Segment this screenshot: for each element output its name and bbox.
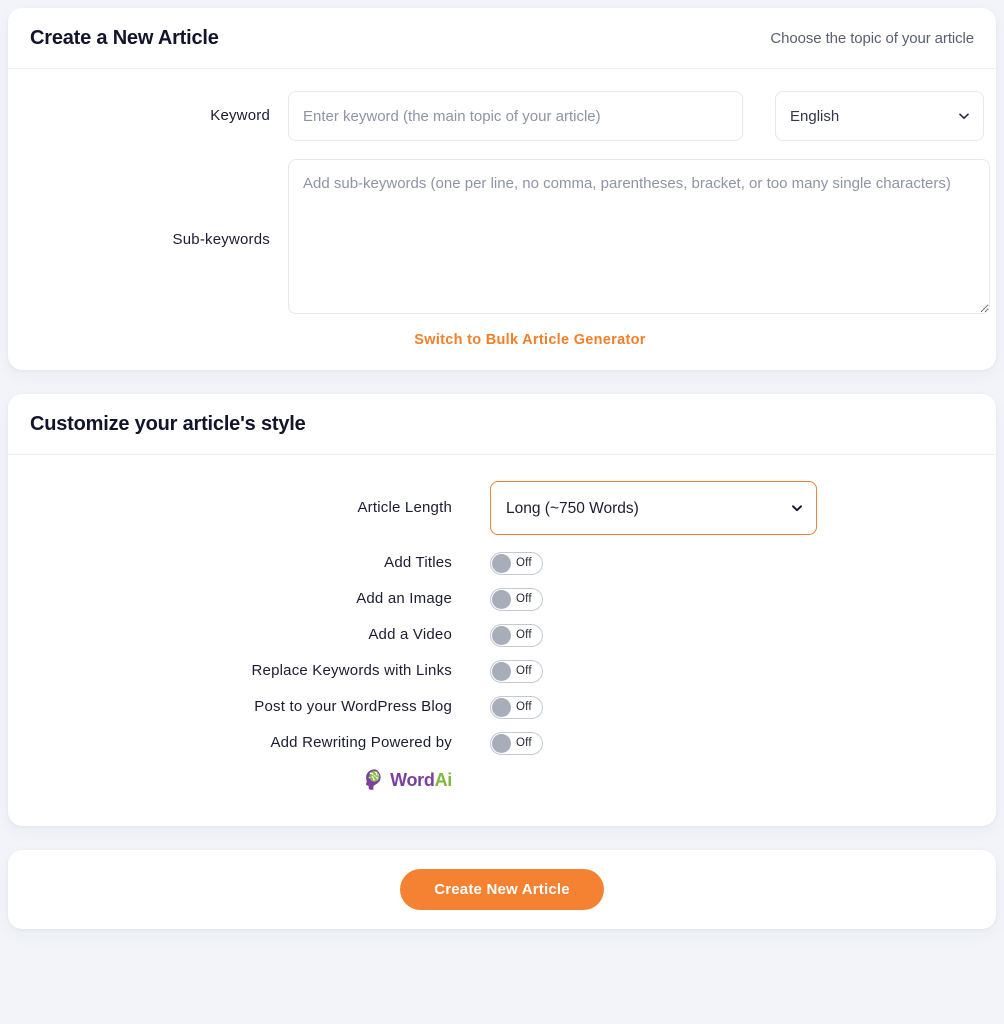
customize-style-body: Article Length Long (~750 Words) Add Tit… (8, 455, 996, 826)
article-length-select[interactable]: Long (~750 Words) (490, 481, 817, 535)
add-an-image-control: Off (490, 588, 974, 611)
wordai-ai-text: Ai (434, 769, 453, 790)
add-rewriting-powered-by-label: Add Rewriting Powered by (270, 734, 452, 752)
add-rewriting-powered-by-toggle[interactable]: Off (490, 732, 543, 755)
sub-keywords-row: Sub-keywords (30, 159, 990, 314)
keyword-row: Keyword English (30, 91, 984, 141)
toggle-row-add-image: Add an Image Off (30, 588, 974, 611)
article-length-row: Article Length Long (~750 Words) (30, 481, 974, 535)
bulk-link-row: Switch to Bulk Article Generator (30, 332, 974, 348)
create-article-body: Keyword English Sub-keywords (8, 69, 996, 370)
language-select[interactable]: English (775, 91, 984, 141)
toggle-knob-icon (492, 626, 511, 645)
keyword-input[interactable] (288, 91, 743, 141)
wordai-logo-row: WordAi (30, 768, 974, 792)
add-titles-toggle-state: Off (516, 557, 532, 569)
keyword-label: Keyword (210, 107, 270, 124)
page-root: Create a New Article Choose the topic of… (0, 0, 1004, 1024)
page-title: Create a New Article (30, 27, 219, 49)
sub-keywords-field-group (288, 159, 990, 314)
wordai-word-text: Word (390, 769, 435, 790)
create-article-card: Create a New Article Choose the topic of… (8, 8, 996, 370)
wordai-logo: WordAi (363, 768, 452, 792)
customize-style-header: Customize your article's style (8, 394, 996, 455)
toggle-row-add-video: Add a Video Off (30, 624, 974, 647)
toggle-knob-icon (492, 734, 511, 753)
add-rewriting-powered-by-control: Off (490, 732, 974, 755)
add-a-video-control: Off (490, 624, 974, 647)
create-article-subtitle: Choose the topic of your article (770, 30, 974, 47)
add-an-image-toggle[interactable]: Off (490, 588, 543, 611)
bulk-link-spacer (30, 332, 288, 348)
post-to-wordpress-blog-label: Post to your WordPress Blog (254, 698, 452, 716)
replace-keywords-with-links-toggle[interactable]: Off (490, 660, 543, 683)
add-a-video-label: Add a Video (368, 626, 452, 644)
add-rewriting-powered-by-toggle-state: Off (516, 737, 532, 749)
switch-to-bulk-generator-link[interactable]: Switch to Bulk Article Generator (414, 332, 645, 348)
toggle-knob-icon (492, 554, 511, 573)
sub-keywords-textarea[interactable] (288, 159, 990, 314)
add-a-video-toggle-state: Off (516, 629, 532, 641)
replace-keywords-with-links-toggle-state: Off (516, 665, 532, 677)
article-length-select-wrap: Long (~750 Words) (490, 481, 817, 535)
add-an-image-label: Add an Image (356, 590, 452, 608)
add-titles-toggle[interactable]: Off (490, 552, 543, 575)
wordai-head-brain-icon (363, 768, 387, 792)
toggle-row-post-wordpress: Post to your WordPress Blog Off (30, 696, 974, 719)
add-an-image-toggle-state: Off (516, 593, 532, 605)
bulk-link-inner: Switch to Bulk Article Generator (288, 332, 974, 348)
toggle-knob-icon (492, 662, 511, 681)
replace-keywords-with-links-control: Off (490, 660, 974, 683)
article-length-control: Long (~750 Words) (490, 481, 974, 535)
add-titles-control: Off (490, 552, 974, 575)
toggle-row-add-titles: Add Titles Off (30, 552, 974, 575)
create-new-article-button[interactable]: Create New Article (400, 869, 604, 910)
post-to-wordpress-blog-toggle[interactable]: Off (490, 696, 543, 719)
keyword-field-group: English (288, 91, 984, 141)
sub-keywords-label: Sub-keywords (172, 231, 270, 248)
toggle-knob-icon (492, 590, 511, 609)
wordai-wordmark: WordAi (390, 770, 452, 791)
post-to-wordpress-blog-toggle-state: Off (516, 701, 532, 713)
toggle-row-add-rewriting: Add Rewriting Powered by Off (30, 732, 974, 755)
wordai-logo-align: WordAi (30, 768, 490, 792)
customize-style-title: Customize your article's style (30, 413, 306, 435)
language-select-wrap: English (775, 91, 984, 141)
post-to-wordpress-blog-control: Off (490, 696, 974, 719)
toggle-row-replace-keywords: Replace Keywords with Links Off (30, 660, 974, 683)
toggle-knob-icon (492, 698, 511, 717)
add-titles-label: Add Titles (384, 554, 452, 572)
create-article-header: Create a New Article Choose the topic of… (8, 8, 996, 69)
article-length-label: Article Length (357, 498, 452, 516)
replace-keywords-with-links-label: Replace Keywords with Links (251, 662, 452, 680)
add-a-video-toggle[interactable]: Off (490, 624, 543, 647)
submit-card: Create New Article (8, 850, 996, 929)
customize-style-card: Customize your article's style Article L… (8, 394, 996, 826)
